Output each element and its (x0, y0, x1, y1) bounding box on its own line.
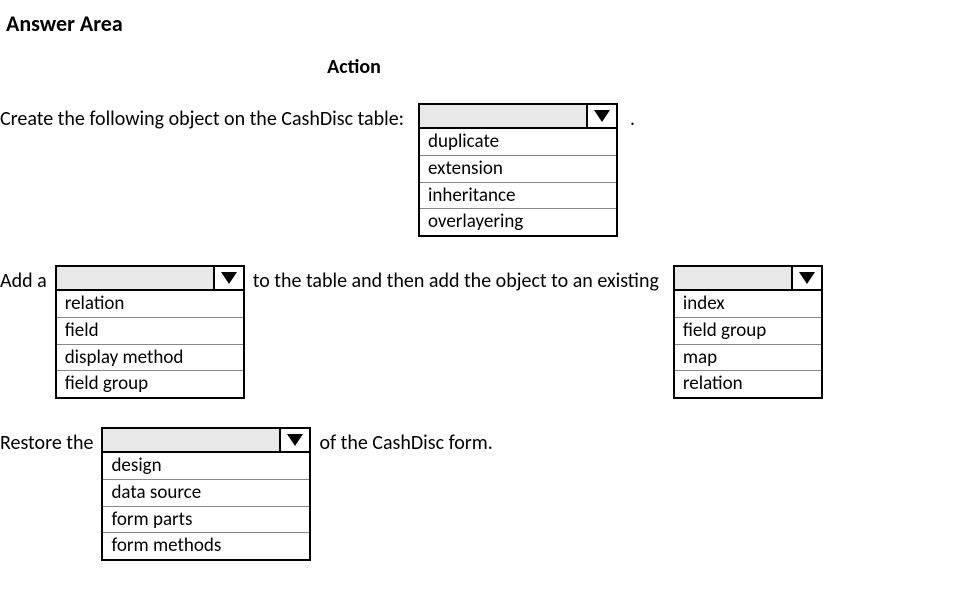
chevron-down-icon (287, 434, 303, 446)
dropdown-option[interactable]: inheritance (420, 183, 616, 210)
row-add-object: Add a relation field display method fiel… (4, 265, 971, 399)
dropdown-restore[interactable]: design data source form parts form metho… (101, 427, 311, 561)
dropdown-option[interactable]: index (675, 291, 821, 318)
chevron-down-icon (594, 110, 610, 122)
dropdown-option[interactable]: field group (675, 318, 821, 345)
dropdown-option[interactable]: duplicate (420, 129, 616, 156)
dropdown-create-object-options: duplicate extension inheritance overlaye… (418, 129, 618, 237)
row1-text-before: Create the following object on the CashD… (0, 103, 404, 131)
chevron-down-icon (799, 272, 815, 284)
dropdown-restore-button[interactable] (279, 429, 309, 451)
dropdown-option[interactable]: extension (420, 156, 616, 183)
dropdown-restore-options: design data source form parts form metho… (101, 453, 311, 561)
dropdown-option[interactable]: field group (57, 371, 243, 397)
dropdown-existing-object-selected[interactable] (673, 265, 823, 291)
answer-area-title: Answer Area (6, 10, 971, 37)
row2-text-before: Add a (0, 265, 47, 293)
dropdown-existing-object[interactable]: index field group map relation (673, 265, 823, 399)
dropdown-restore-selected[interactable] (101, 427, 311, 453)
dropdown-option[interactable]: relation (57, 291, 243, 318)
dropdown-existing-object-value (675, 267, 791, 289)
row-create-object: Create the following object on the CashD… (4, 103, 971, 237)
dropdown-add-item-selected[interactable] (55, 265, 245, 291)
row3-text-after: of the CashDisc form. (319, 427, 492, 455)
dropdown-create-object[interactable]: duplicate extension inheritance overlaye… (418, 103, 618, 237)
chevron-down-icon (221, 272, 237, 284)
dropdown-existing-object-options: index field group map relation (673, 291, 823, 399)
dropdown-create-object-selected[interactable] (418, 103, 618, 129)
dropdown-add-item-options: relation field display method field grou… (55, 291, 245, 399)
dropdown-add-item[interactable]: relation field display method field grou… (55, 265, 245, 399)
dropdown-option[interactable]: form methods (103, 533, 309, 559)
action-header: Action (254, 55, 454, 79)
row2-text-middle: to the table and then add the object to … (253, 265, 659, 293)
dropdown-option[interactable]: map (675, 345, 821, 372)
dropdown-restore-value (103, 429, 279, 451)
dropdown-option[interactable]: data source (103, 480, 309, 507)
dropdown-option[interactable]: field (57, 318, 243, 345)
dropdown-add-item-value (57, 267, 213, 289)
dropdown-option[interactable]: overlayering (420, 209, 616, 235)
dropdown-option[interactable]: design (103, 453, 309, 480)
dropdown-create-object-button[interactable] (586, 105, 616, 127)
row-restore: Restore the design data source form part… (4, 427, 971, 561)
dropdown-create-object-value (420, 105, 586, 127)
row1-period: . (630, 103, 635, 131)
dropdown-option[interactable]: display method (57, 345, 243, 372)
dropdown-add-item-button[interactable] (213, 267, 243, 289)
dropdown-option[interactable]: form parts (103, 507, 309, 534)
dropdown-existing-object-button[interactable] (791, 267, 821, 289)
dropdown-option[interactable]: relation (675, 371, 821, 397)
row3-text-before: Restore the (0, 427, 93, 455)
